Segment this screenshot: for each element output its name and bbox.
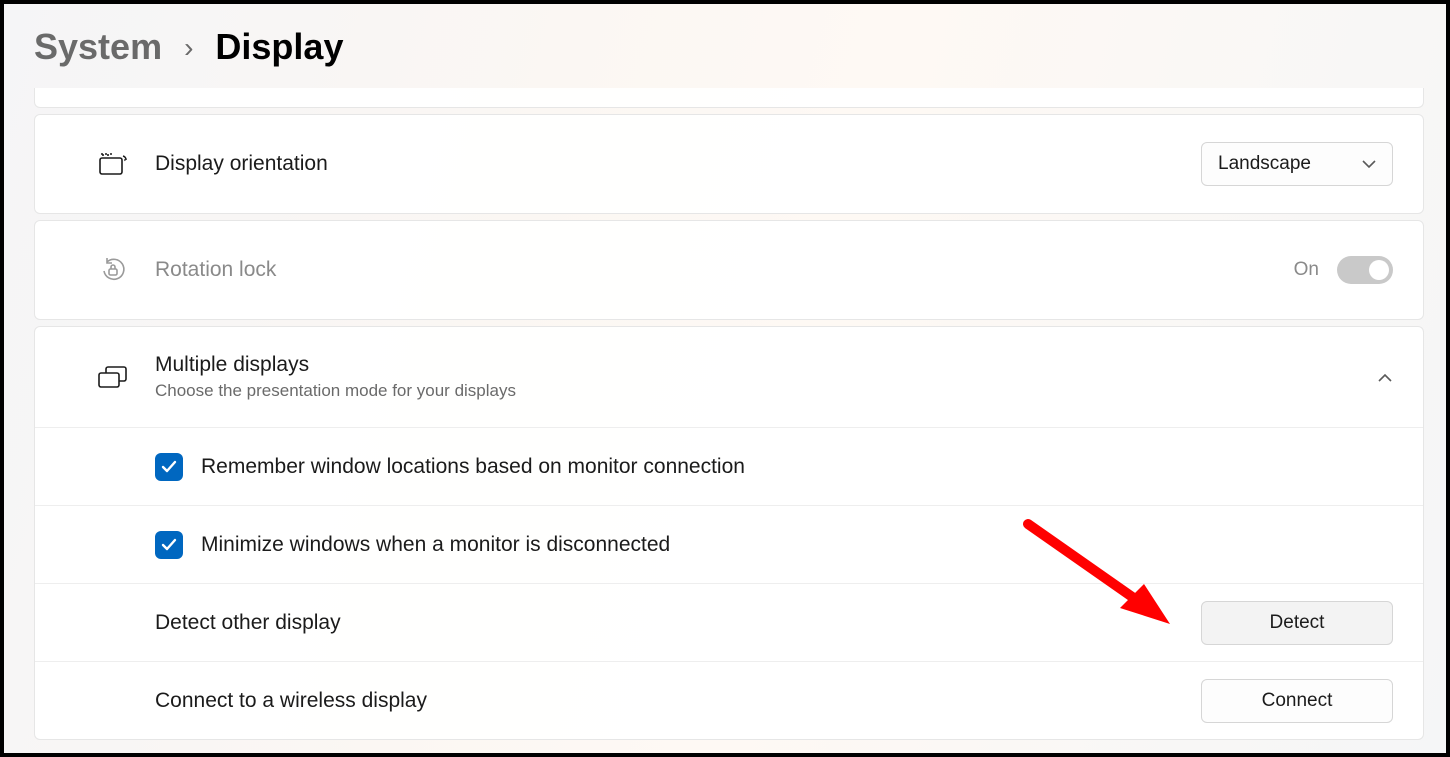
detect-display-row: Detect other display Detect bbox=[35, 583, 1423, 661]
remember-locations-label: Remember window locations based on monit… bbox=[201, 455, 745, 479]
minimize-windows-row: Minimize windows when a monitor is disco… bbox=[35, 505, 1423, 583]
chevron-right-icon: › bbox=[184, 32, 193, 64]
display-orientation-card: Display orientation Landscape bbox=[34, 114, 1424, 214]
multiple-displays-icon bbox=[97, 361, 129, 393]
multiple-displays-subtitle: Choose the presentation mode for your di… bbox=[155, 381, 1377, 401]
breadcrumb-current: Display bbox=[215, 26, 343, 68]
rotation-lock-title: Rotation lock bbox=[155, 258, 1294, 282]
multiple-displays-card: Multiple displays Choose the presentatio… bbox=[34, 326, 1424, 740]
multiple-displays-title: Multiple displays bbox=[155, 353, 1377, 377]
detect-display-label: Detect other display bbox=[155, 611, 341, 635]
orientation-select[interactable]: Landscape bbox=[1201, 142, 1393, 186]
orientation-value: Landscape bbox=[1218, 153, 1311, 175]
minimize-windows-label: Minimize windows when a monitor is disco… bbox=[201, 533, 670, 557]
rotation-lock-toggle[interactable] bbox=[1337, 256, 1393, 284]
multiple-displays-header[interactable]: Multiple displays Choose the presentatio… bbox=[35, 327, 1423, 427]
minimize-windows-checkbox[interactable] bbox=[155, 531, 183, 559]
orientation-icon bbox=[97, 148, 129, 180]
connect-button[interactable]: Connect bbox=[1201, 679, 1393, 723]
wireless-display-label: Connect to a wireless display bbox=[155, 689, 427, 713]
remember-locations-checkbox[interactable] bbox=[155, 453, 183, 481]
orientation-title: Display orientation bbox=[155, 152, 1201, 176]
rotation-lock-icon bbox=[97, 254, 129, 286]
detect-button[interactable]: Detect bbox=[1201, 601, 1393, 645]
wireless-display-row: Connect to a wireless display Connect bbox=[35, 661, 1423, 739]
rotation-lock-card: Rotation lock On bbox=[34, 220, 1424, 320]
chevron-up-icon bbox=[1377, 372, 1393, 384]
breadcrumb-parent[interactable]: System bbox=[34, 26, 162, 68]
chevron-down-icon bbox=[1362, 159, 1376, 169]
rotation-lock-state: On bbox=[1294, 259, 1319, 281]
truncated-card bbox=[34, 88, 1424, 108]
breadcrumb: System › Display bbox=[4, 4, 1446, 84]
remember-locations-row: Remember window locations based on monit… bbox=[35, 427, 1423, 505]
